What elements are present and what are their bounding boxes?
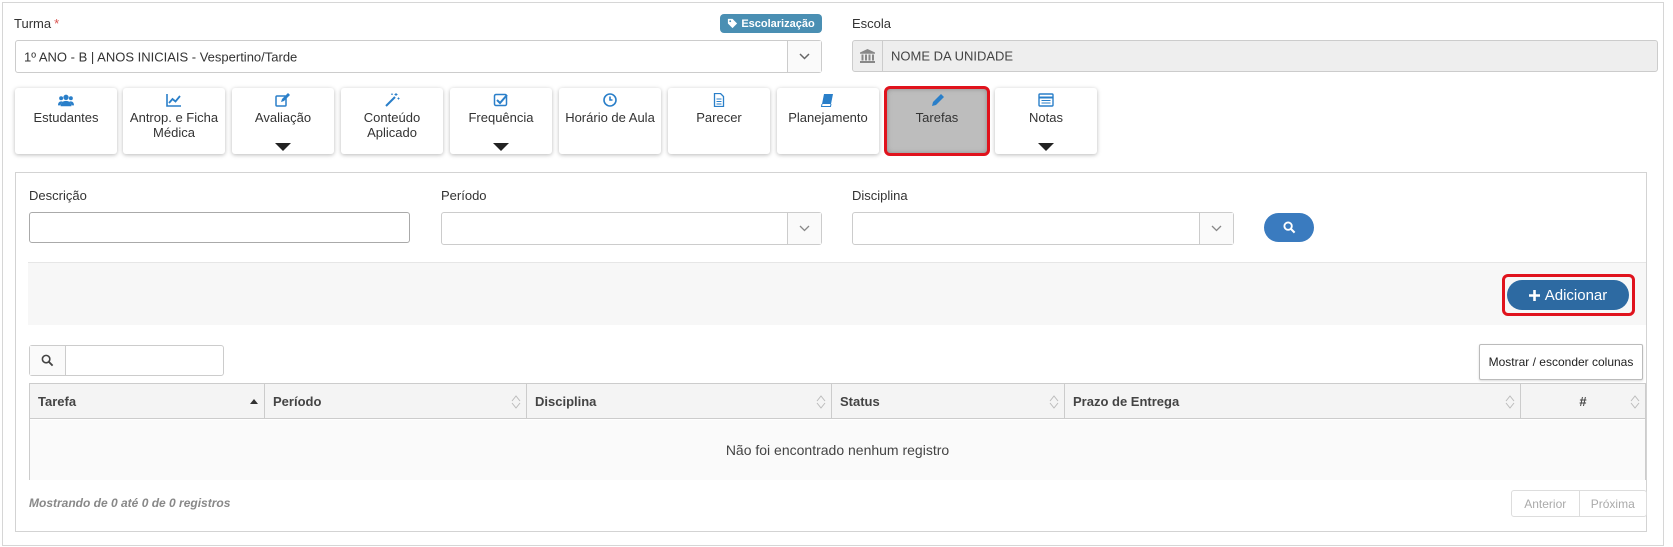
sort-icon <box>1049 395 1059 409</box>
clock-icon <box>603 93 617 107</box>
actions-bar <box>28 262 1646 325</box>
users-icon <box>58 94 74 107</box>
tag-icon <box>728 18 738 29</box>
empty-table-message: Não foi encontrado nenhum registro <box>30 420 1645 480</box>
disciplina-select[interactable] <box>852 212 1234 245</box>
sort-icon <box>511 395 521 409</box>
column-header-actions[interactable]: # <box>1521 384 1645 419</box>
column-header-prazo-de-entrega[interactable]: Prazo de Entrega <box>1065 384 1521 419</box>
tile-label: Planejamento <box>788 110 868 125</box>
chevron-down-icon[interactable] <box>787 41 821 72</box>
periodo-select[interactable] <box>441 212 822 245</box>
column-header-tarefa[interactable]: Tarefa <box>30 384 265 419</box>
descricao-input[interactable] <box>29 212 410 243</box>
tile-estudantes[interactable]: Estudantes <box>15 88 117 154</box>
descricao-label: Descrição <box>29 188 87 203</box>
chart-line-icon <box>166 94 181 107</box>
tile-label: Estudantes <box>33 110 99 125</box>
pagination-next[interactable]: Próxima <box>1578 491 1647 516</box>
sort-icon <box>816 395 826 409</box>
tarefas-highlight <box>884 86 990 156</box>
caret-down-icon[interactable] <box>275 143 291 151</box>
disciplina-label: Disciplina <box>852 188 908 203</box>
table-search-input[interactable] <box>29 345 224 376</box>
search-icon <box>30 346 66 375</box>
pagination-previous[interactable]: Anterior <box>1512 491 1579 516</box>
search-button[interactable] <box>1264 213 1314 242</box>
chevron-down-icon[interactable] <box>787 213 821 244</box>
escola-field: NOME DA UNIDADE <box>852 40 1658 72</box>
institution-icon <box>853 41 883 71</box>
document-icon <box>713 93 725 107</box>
column-header-status[interactable]: Status <box>832 384 1065 419</box>
tile-label: Avaliação <box>254 110 312 125</box>
add-highlight <box>1502 274 1635 316</box>
tile-label: Frequência <box>468 110 534 125</box>
sort-asc-icon <box>250 399 258 404</box>
periodo-label: Período <box>441 188 487 203</box>
magic-wand-icon <box>385 93 400 107</box>
tile-avaliacao[interactable]: Avaliação <box>232 88 334 154</box>
table-header: Tarefa Período Disciplina Status Prazo d… <box>30 384 1645 419</box>
tile-antrop-ficha-medica[interactable]: Antrop. e Ficha Médica <box>123 88 225 154</box>
tile-horario-de-aula[interactable]: Horário de Aula <box>559 88 661 154</box>
badge-label: Escolarização <box>741 17 815 30</box>
book-icon <box>820 94 833 107</box>
turma-select[interactable]: 1º ANO - B | ANOS INICIAIS - Vespertino/… <box>15 40 822 73</box>
turma-label: Turma * <box>14 16 60 31</box>
toggle-columns-button[interactable]: Mostrar / esconder colunas <box>1479 344 1643 380</box>
tile-frequencia[interactable]: Frequência <box>450 88 552 154</box>
list-icon <box>1038 93 1054 107</box>
tile-notas[interactable]: Notas <box>995 88 1097 154</box>
escola-label: Escola <box>852 16 892 31</box>
table-info: Mostrando de 0 até 0 de 0 registros <box>29 496 231 510</box>
pagination: Anterior Próxima <box>1511 490 1647 517</box>
search-icon <box>1282 221 1295 234</box>
escolarizacao-badge[interactable]: Escolarização <box>720 14 822 33</box>
column-header-periodo[interactable]: Período <box>265 384 527 419</box>
tile-label: Parecer <box>696 110 742 125</box>
tile-conteudo-aplicado[interactable]: Conteúdo Aplicado <box>341 88 443 154</box>
required-mark: * <box>54 16 60 31</box>
escola-value: NOME DA UNIDADE <box>891 48 1014 64</box>
caret-down-icon[interactable] <box>1038 143 1054 151</box>
tarefas-table: Tarefa Período Disciplina Status Prazo d… <box>29 383 1646 480</box>
tile-label: Notas <box>1029 110 1063 125</box>
turma-selected-value: 1º ANO - B | ANOS INICIAIS - Vespertino/… <box>24 49 298 64</box>
column-header-disciplina[interactable]: Disciplina <box>527 384 832 419</box>
chevron-down-icon[interactable] <box>1199 213 1233 244</box>
tile-planejamento[interactable]: Planejamento <box>777 88 879 154</box>
sort-icon <box>1630 395 1640 409</box>
tile-label: Conteúdo Aplicado <box>363 110 421 140</box>
check-square-icon <box>493 93 508 107</box>
tile-label: Antrop. e Ficha Médica <box>129 110 219 140</box>
edit-icon <box>275 93 290 107</box>
caret-down-icon[interactable] <box>493 143 509 151</box>
tile-label: Horário de Aula <box>565 110 655 125</box>
sort-icon <box>1505 395 1515 409</box>
tile-parecer[interactable]: Parecer <box>668 88 770 154</box>
